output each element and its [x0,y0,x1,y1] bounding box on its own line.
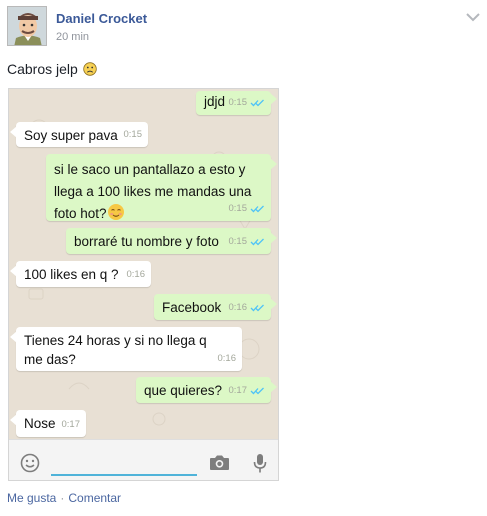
message-text: Facebook [162,300,222,315]
message-time: 0:15 [123,129,143,140]
message-time: 0:15 [228,97,248,108]
message-time: 0:15 [228,236,248,247]
microphone-icon[interactable] [253,453,267,474]
message-meta: 0:17 [62,415,81,434]
double-check-icon [250,238,264,245]
post-actions: Me gusta · Comentar [7,491,121,505]
comment-link[interactable]: Comentar [68,491,121,505]
author-avatar[interactable] [7,6,47,46]
chevron-down-icon[interactable] [466,9,480,22]
smile-icon[interactable] [20,453,40,473]
message-meta: 0:16 [229,298,266,317]
chat-background: jdjd 0:15 Soy super pava 0:15 si le saco… [9,89,278,439]
caption-text: Cabros jelp [7,61,78,77]
bubble-tail [10,126,17,138]
message-meta: 0:16 [127,265,146,284]
bubble-tail [270,232,277,244]
message-outgoing: si le saco un pantallazo a esto y llega … [46,154,277,221]
chat-screenshot[interactable]: jdjd 0:15 Soy super pava 0:15 si le saco… [8,88,279,481]
chat-input-bar [9,439,278,480]
message-incoming: Nose 0:17 [10,410,86,437]
frowning-face-icon [83,62,97,76]
bubble-tail [270,158,277,170]
message-meta: 0:17 [229,381,266,400]
bubble-tail [10,265,17,277]
message-incoming: Soy super pava 0:15 [10,122,148,147]
message-text: si le saco un pantallazo a esto y llega … [54,162,252,221]
double-check-icon [250,387,264,394]
double-check-icon [250,205,264,212]
message-time: 0:15 [228,203,248,214]
author-name[interactable]: Daniel Crocket [56,11,147,26]
message-outgoing: Facebook 0:16 [154,294,277,320]
message-incoming: Tienes 24 horas y si no llega q me das? … [10,327,242,371]
bubble-tail [270,381,277,393]
message-time: 0:16 [126,269,146,280]
facebook-post: Daniel Crocket 20 min Cabros jelp jdjd 0… [0,0,487,516]
message-meta: 0:15 [229,199,266,218]
message-meta: 0:15 [229,232,266,251]
message-time: 0:16 [228,302,248,313]
message-meta: 0:16 [218,349,237,368]
bubble-tail [270,298,277,310]
message-outgoing: jdjd 0:15 [196,91,277,115]
camera-icon[interactable] [209,454,230,471]
message-time: 0:17 [61,419,81,430]
bubble-tail [10,331,17,343]
message-time: 0:16 [217,353,237,364]
post-caption: Cabros jelp [7,61,97,77]
double-check-icon [250,304,264,311]
double-check-icon [250,99,264,106]
bubble-tail [10,414,17,426]
message-outgoing: borraré tu nombre y foto 0:15 [66,228,277,254]
message-text: Tienes 24 horas y si no llega q me das? [24,333,207,367]
message-text: Nose [24,416,56,431]
message-text: borraré tu nombre y foto [74,234,219,249]
message-time: 0:17 [228,385,248,396]
action-separator: · [60,491,65,505]
message-text: jdjd [204,94,226,109]
smiling-face-icon [107,203,125,221]
message-outgoing: que quieres? 0:17 [136,377,277,403]
message-incoming: 100 likes en q ? 0:16 [10,261,151,287]
like-link[interactable]: Me gusta [7,491,56,505]
message-text: Soy super pava [24,128,118,143]
message-meta: 0:15 [229,93,266,112]
message-meta: 0:15 [124,125,143,144]
message-text: que quieres? [144,383,223,398]
message-input[interactable] [51,452,197,476]
post-timestamp[interactable]: 20 min [56,31,89,43]
bubble-tail [270,93,277,105]
message-text: 100 likes en q ? [24,267,119,282]
